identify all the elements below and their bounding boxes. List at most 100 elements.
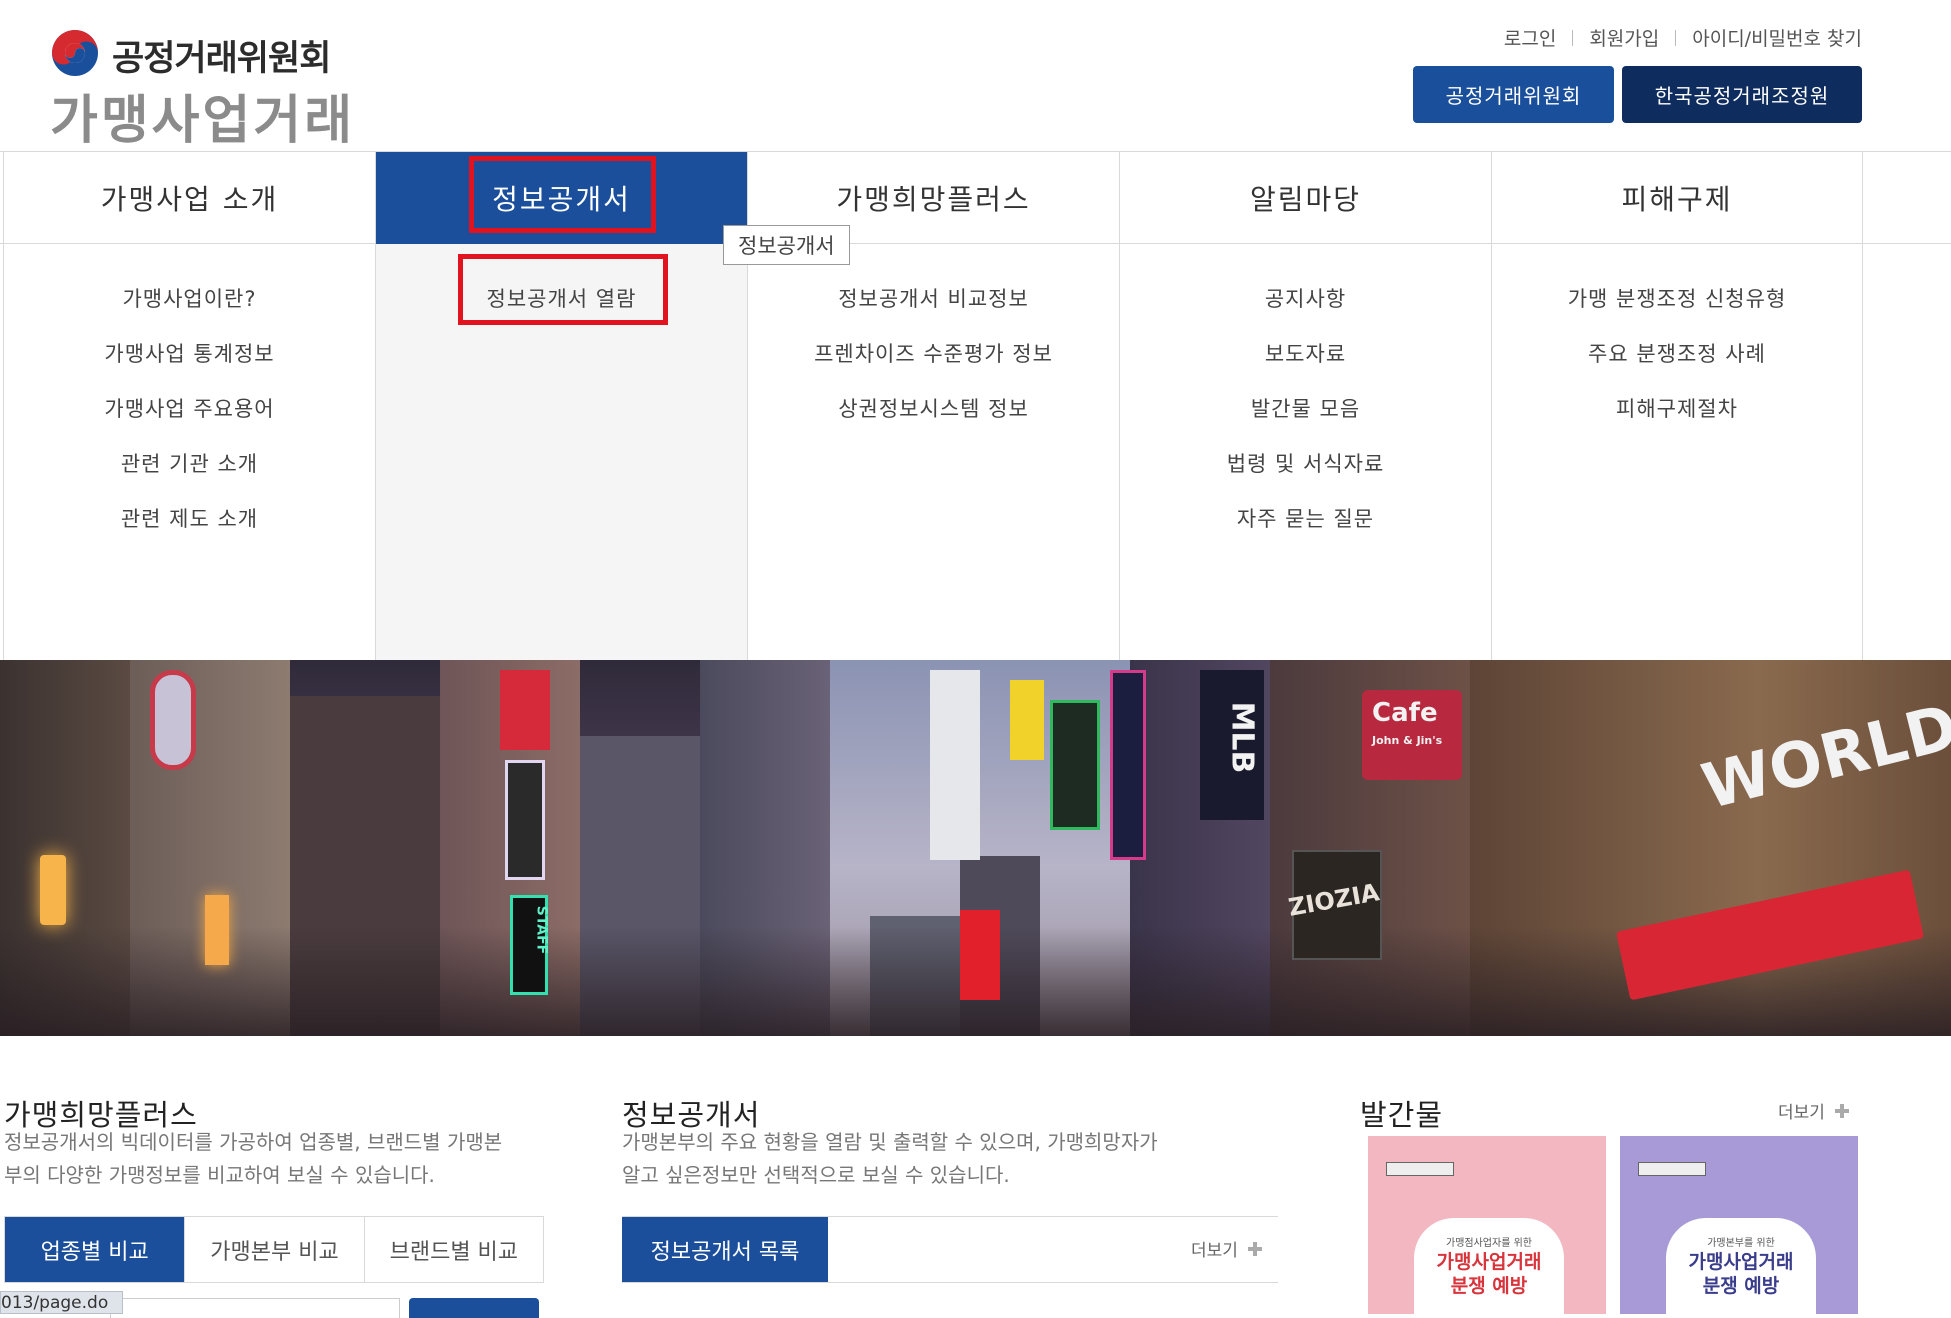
submenu-item-disclosure-view[interactable]: 정보공개서 열람 bbox=[376, 270, 747, 325]
submenu-item[interactable]: 보도자료 bbox=[1120, 325, 1491, 380]
round-sign bbox=[150, 670, 196, 770]
nav-disclosure[interactable]: 정보공개서 bbox=[375, 152, 747, 244]
submenu-item[interactable]: 프렌차이즈 수준평가 정보 bbox=[748, 325, 1119, 380]
submenu-item[interactable]: 정보공개서 비교정보 bbox=[748, 270, 1119, 325]
nav-notice[interactable]: 알림마당 bbox=[1119, 152, 1491, 244]
divider bbox=[1675, 29, 1677, 46]
find-account-link[interactable]: 아이디/비밀번호 찾기 bbox=[1692, 24, 1862, 51]
plus-icon bbox=[1247, 1241, 1262, 1256]
mlb-sign-text: MLB bbox=[1224, 701, 1260, 774]
divider bbox=[1572, 29, 1574, 46]
nav-tooltip: 정보공개서 bbox=[723, 225, 850, 265]
tab-disclosure-list[interactable]: 정보공개서 목록 bbox=[622, 1217, 828, 1282]
kofair-site-button[interactable]: 한국공정거래조정원 bbox=[1622, 66, 1862, 123]
publication-book[interactable]: 가맹본부를 위한 가맹사업거래 분쟁 예방 bbox=[1620, 1136, 1858, 1314]
book-title: 가맹사업거래 분쟁 예방 bbox=[1414, 1250, 1564, 1298]
book-title-line: 가맹사업거래 bbox=[1436, 1251, 1542, 1273]
book-code-label bbox=[1386, 1162, 1454, 1176]
staff-sign: STAFF bbox=[510, 895, 550, 995]
mlb-sign: MLB bbox=[1200, 670, 1264, 820]
submenu-item[interactable]: 가맹사업이란? bbox=[4, 270, 375, 325]
submenu-item[interactable]: 관련 제도 소개 bbox=[4, 490, 375, 545]
submenu-item[interactable]: 발간물 모음 bbox=[1120, 380, 1491, 435]
world-sign-text: WORLD bbox=[1695, 689, 1951, 824]
more-link-label: 더보기 bbox=[1191, 1241, 1238, 1261]
hope-plus-tabs: 업종별 비교 가맹본부 비교 브랜드별 비교 bbox=[4, 1216, 544, 1283]
taegeuk-logo-icon bbox=[52, 30, 98, 76]
cafe-sign-text: Cafe bbox=[1372, 698, 1438, 728]
book-title: 가맹사업거래 분쟁 예방 bbox=[1666, 1250, 1816, 1298]
signup-link[interactable]: 회원가입 bbox=[1589, 24, 1659, 51]
search-input[interactable] bbox=[110, 1298, 400, 1318]
hope-plus-desc-line: 정보공개서의 빅데이터를 가공하여 업종별, 브랜드별 가맹본 bbox=[4, 1130, 503, 1154]
submenu-item[interactable]: 가맹사업 주요용어 bbox=[4, 380, 375, 435]
hero-banner: STAFF MLB Cafe John & Jin's ZIOZIA WORLD bbox=[0, 660, 1951, 1036]
submenu-column: 가맹 분쟁조정 신청유형 주요 분쟁조정 사례 피해구제절차 bbox=[1491, 244, 1863, 660]
neon-sign bbox=[960, 910, 1000, 1000]
book-code-label bbox=[1638, 1162, 1706, 1176]
book-cover-card: 가맹본부를 위한 가맹사업거래 분쟁 예방 bbox=[1666, 1218, 1816, 1314]
disclosure-tabs: 정보공개서 목록 bbox=[622, 1216, 1278, 1283]
world-sign: WORLD bbox=[1695, 690, 1951, 830]
ziozia-sign-text: ZIOZIA bbox=[1286, 878, 1382, 922]
book-title-line: 분쟁 예방 bbox=[1450, 1275, 1528, 1297]
nav-remedy[interactable]: 피해구제 bbox=[1491, 152, 1863, 244]
tab-hq-compare[interactable]: 가맹본부 비교 bbox=[184, 1217, 363, 1282]
publication-book[interactable]: 가맹점사업자를 위한 가맹사업거래 분쟁 예방 bbox=[1368, 1136, 1606, 1314]
submenu-column: 공지사항 보도자료 발간물 모음 법령 및 서식자료 자주 묻는 질문 bbox=[1119, 244, 1491, 660]
submenu-panel: 가맹사업이란? 가맹사업 통계정보 가맹사업 주요용어 관련 기관 소개 관련 … bbox=[0, 244, 1951, 660]
book-subtitle: 가맹본부를 위한 bbox=[1707, 1238, 1775, 1249]
neon-sign bbox=[1010, 680, 1044, 760]
submenu-column: 가맹사업이란? 가맹사업 통계정보 가맹사업 주요용어 관련 기관 소개 관련 … bbox=[3, 244, 375, 660]
org-name: 공정거래위원회 bbox=[112, 39, 331, 79]
hope-plus-description: 정보공개서의 빅데이터를 가공하여 업종별, 브랜드별 가맹본 부의 다양한 가… bbox=[4, 1126, 564, 1192]
related-sites: 공정거래위원회 한국공정거래조정원 bbox=[1413, 66, 1862, 123]
neon-sign bbox=[1050, 700, 1100, 830]
status-bar-url: 013/page.do bbox=[0, 1291, 124, 1314]
neon-sign bbox=[500, 670, 550, 750]
submenu-item[interactable]: 피해구제절차 bbox=[1492, 380, 1862, 435]
submenu-item[interactable]: 주요 분쟁조정 사례 bbox=[1492, 325, 1862, 380]
lamp-sign bbox=[205, 895, 229, 965]
staff-sign-text: STAFF bbox=[533, 905, 550, 955]
submenu-item[interactable]: 공지사항 bbox=[1120, 270, 1491, 325]
lamp-sign bbox=[40, 855, 66, 925]
neon-sign bbox=[505, 760, 545, 880]
submenu-item[interactable]: 가맹사업 통계정보 bbox=[4, 325, 375, 380]
site-header: 공정거래위원회 가맹사업거래 로그인 회원가입 아이디/비밀번호 찾기 공정거래… bbox=[0, 0, 1951, 152]
ziozia-sign: ZIOZIA bbox=[1286, 850, 1382, 960]
cafe-sign-subtext: John & Jin's bbox=[1372, 734, 1443, 747]
more-link-label: 더보기 bbox=[1778, 1103, 1825, 1123]
hope-plus-desc-line: 부의 다양한 가맹정보를 비교하여 보실 수 있습니다. bbox=[4, 1163, 435, 1187]
plus-icon bbox=[1834, 1103, 1849, 1118]
cafe-sign: Cafe John & Jin's bbox=[1362, 690, 1462, 780]
disclosure-desc-line: 알고 싶은정보만 선택적으로 보실 수 있습니다. bbox=[622, 1163, 1010, 1187]
publications-more-link[interactable]: 더보기 bbox=[1778, 1098, 1849, 1123]
book-title-line: 가맹사업거래 bbox=[1688, 1251, 1794, 1273]
tab-industry-compare[interactable]: 업종별 비교 bbox=[5, 1217, 185, 1282]
neon-sign bbox=[1110, 670, 1146, 860]
ftc-site-button[interactable]: 공정거래위원회 bbox=[1413, 66, 1614, 123]
search-button[interactable] bbox=[409, 1298, 539, 1318]
neon-sign bbox=[930, 670, 980, 860]
book-cover-card: 가맹점사업자를 위한 가맹사업거래 분쟁 예방 bbox=[1414, 1218, 1564, 1314]
tab-brand-compare[interactable]: 브랜드별 비교 bbox=[363, 1217, 543, 1282]
nav-franchise-intro[interactable]: 가맹사업 소개 bbox=[3, 152, 375, 244]
main-navigation: 가맹사업 소개 정보공개서 가맹희망플러스 알림마당 피해구제 bbox=[0, 152, 1951, 244]
submenu-item[interactable]: 상권정보시스템 정보 bbox=[748, 380, 1119, 435]
submenu-item[interactable]: 자주 묻는 질문 bbox=[1120, 490, 1491, 545]
submenu-item[interactable]: 관련 기관 소개 bbox=[4, 435, 375, 490]
disclosure-desc-line: 가맹본부의 주요 현황을 열람 및 출력할 수 있으며, 가맹희망자가 bbox=[622, 1130, 1158, 1154]
utility-links: 로그인 회원가입 아이디/비밀번호 찾기 bbox=[1504, 24, 1862, 51]
disclosure-more-link[interactable]: 더보기 bbox=[1191, 1236, 1262, 1261]
submenu-item[interactable]: 가맹 분쟁조정 신청유형 bbox=[1492, 270, 1862, 325]
book-title-line: 분쟁 예방 bbox=[1702, 1275, 1780, 1297]
submenu-column: 정보공개서 비교정보 프렌차이즈 수준평가 정보 상권정보시스템 정보 bbox=[747, 244, 1119, 660]
submenu-column-active: 정보공개서 열람 bbox=[375, 244, 747, 660]
disclosure-description: 가맹본부의 주요 현황을 열람 및 출력할 수 있으며, 가맹희망자가 알고 싶… bbox=[622, 1126, 1242, 1192]
site-title: 가맹사업거래 bbox=[50, 91, 356, 151]
publications-title: 발간물 bbox=[1360, 1098, 1444, 1132]
submenu-item[interactable]: 법령 및 서식자료 bbox=[1120, 435, 1491, 490]
login-link[interactable]: 로그인 bbox=[1504, 24, 1556, 51]
book-subtitle: 가맹점사업자를 위한 bbox=[1446, 1238, 1532, 1249]
